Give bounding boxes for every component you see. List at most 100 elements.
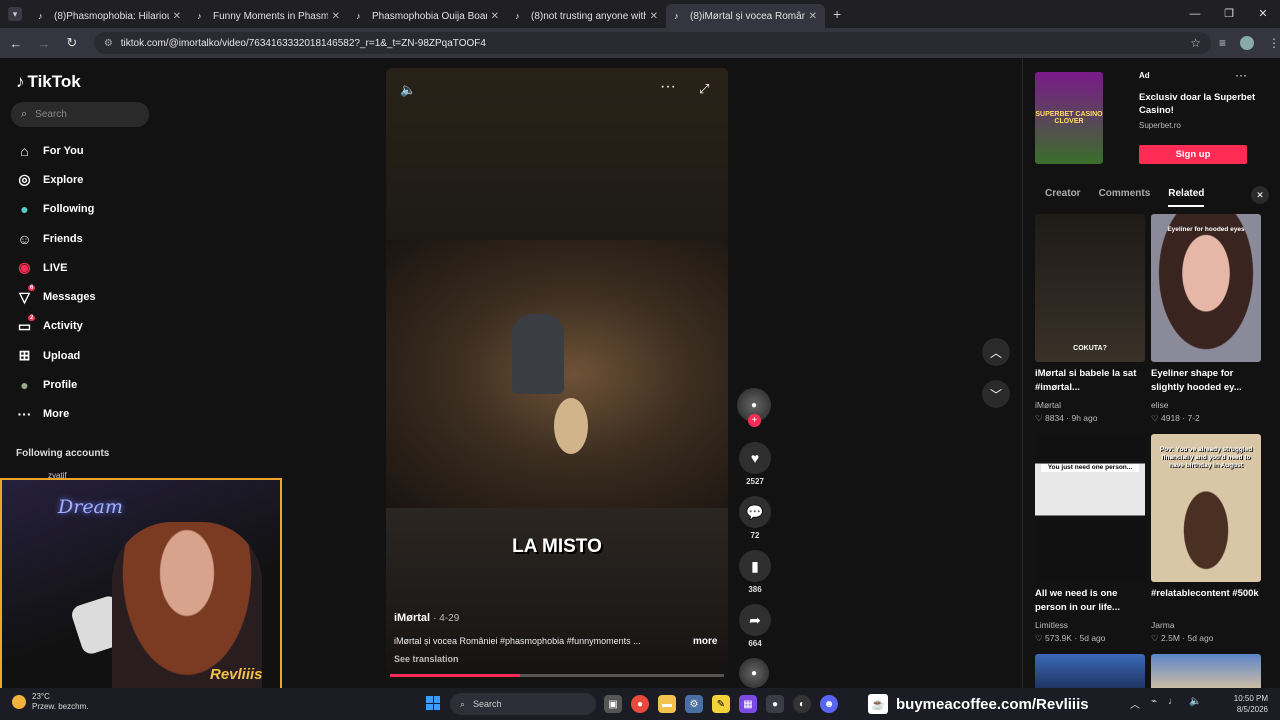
browser-tab[interactable]: ♪ Funny Moments in Phasmopho ✕: [189, 4, 348, 28]
window-controls: — ❐ ✕: [1178, 0, 1280, 28]
related-thumbnail[interactable]: You just need one person...: [1035, 434, 1145, 582]
next-video-button[interactable]: ﹀: [982, 380, 1010, 408]
weather-widget[interactable]: 23°C Przew. bezchm.: [12, 692, 88, 712]
sidebar-item-more[interactable]: ··· More: [16, 400, 156, 429]
media-controls-icon[interactable]: ≡: [1219, 36, 1226, 50]
sidebar-item-for-you[interactable]: ⌂ For You: [16, 136, 156, 165]
notes-app-icon[interactable]: ✎: [712, 695, 730, 713]
new-tab-button[interactable]: +: [833, 6, 841, 22]
search-input[interactable]: ⌕ Search: [11, 102, 149, 127]
tab-search-menu-button[interactable]: ▾: [8, 7, 22, 21]
sidebar-item-messages[interactable]: ▽ Messages 6: [16, 282, 156, 311]
browser-tab[interactable]: ♪ (8)Phasmophobia: Hilarious Gh ✕: [30, 4, 189, 28]
chrome-active-icon[interactable]: ●: [766, 695, 784, 713]
close-panel-icon[interactable]: ✕: [1251, 186, 1269, 204]
video-more-options-icon[interactable]: ···: [660, 78, 676, 96]
related-likes: 2.5M: [1161, 633, 1180, 643]
close-tab-icon[interactable]: ✕: [809, 11, 817, 22]
video-player[interactable]: LA MISTO 🔈 ··· ⤢ iMørtal · 4-29 iMørtal …: [386, 68, 728, 680]
browser-tab[interactable]: ♪ Phasmophobia Ouija Board Dr ✕: [348, 4, 507, 28]
browser-profile-avatar[interactable]: [1240, 36, 1254, 50]
back-arrow-icon[interactable]: ←: [4, 36, 28, 51]
video-subtitle: LA MISTO: [512, 536, 602, 557]
url-field[interactable]: ⚙ tiktok.com/@imortalko/video/7634163332…: [93, 32, 1211, 54]
browser-menu-icon[interactable]: ⋮: [1268, 36, 1280, 50]
windows-start-icon[interactable]: [426, 696, 440, 710]
ad-image[interactable]: SUPERBET CASINO CLOVER: [1035, 72, 1103, 164]
previous-video-button[interactable]: ︿: [982, 338, 1010, 366]
related-thumbnail[interactable]: Eyeliner for hooded eyes: [1151, 214, 1261, 362]
comment-icon[interactable]: 💬: [739, 496, 771, 528]
speaker-icon[interactable]: 🔈: [1189, 696, 1201, 711]
see-translation-link[interactable]: See translation: [394, 654, 459, 664]
related-author[interactable]: elise: [1151, 400, 1261, 410]
related-thumbnail[interactable]: Pov: You've already struggled financiall…: [1151, 434, 1261, 582]
system-clock[interactable]: 10:50 PM 8/5/2026: [1230, 693, 1268, 715]
sidebar-item-upload[interactable]: ⊞ Upload: [16, 341, 156, 370]
tab-creator[interactable]: Creator: [1045, 188, 1081, 207]
reload-icon[interactable]: ↻: [60, 35, 84, 51]
related-video-card[interactable]: You just need one person... All we need …: [1035, 434, 1145, 644]
follow-plus-icon[interactable]: +: [748, 414, 761, 427]
chrome-icon[interactable]: ●: [631, 695, 649, 713]
taskbar-search[interactable]: ⌕ Search: [450, 693, 596, 715]
bookmark-icon[interactable]: ▮: [739, 550, 771, 582]
video-progress-bar[interactable]: [390, 674, 724, 677]
tiktok-logo[interactable]: ♪ TikTok: [16, 72, 81, 92]
network-icon[interactable]: ⌁: [1151, 696, 1157, 711]
sidebar-item-live[interactable]: ◉ LIVE: [16, 253, 156, 282]
volume-icon[interactable]: 🔈: [400, 82, 416, 98]
share-icon[interactable]: ➦: [739, 604, 771, 636]
apps-grid-icon[interactable]: ▦: [739, 695, 757, 713]
sidebar-menu: ⌂ For You ◎ Explore ● Following ☺ Friends ◉ LIVE ▽…: [16, 136, 156, 429]
sidebar-item-following[interactable]: ● Following: [16, 195, 156, 224]
music-disc-avatar[interactable]: ●: [739, 658, 769, 688]
minimize-icon[interactable]: —: [1178, 0, 1212, 28]
forward-arrow-icon[interactable]: →: [32, 36, 56, 51]
related-title[interactable]: iMørtal si babele la sat #imørtal...: [1035, 367, 1145, 397]
video-date: 4-29: [439, 613, 460, 624]
related-video-card[interactable]: Pov: You've already struggled financiall…: [1151, 434, 1261, 644]
close-tab-icon[interactable]: ✕: [173, 11, 181, 22]
related-title[interactable]: All we need is one person in our life...: [1035, 587, 1145, 617]
related-video-card[interactable]: Eyeliner for hooded eyes Eyeliner shape …: [1151, 214, 1261, 424]
browser-tab-active[interactable]: ♪ (8)iMørtal și vocea României #p ✕: [666, 4, 825, 28]
bookmark-star-icon[interactable]: ☆: [1190, 36, 1201, 50]
ad-options-icon[interactable]: ···: [1235, 68, 1247, 82]
settings-icon[interactable]: ⚙: [685, 695, 703, 713]
heart-icon[interactable]: ♥: [739, 442, 771, 474]
related-author[interactable]: Jarma: [1151, 620, 1261, 630]
sidebar-item-activity[interactable]: ▭ Activity 2: [16, 312, 156, 341]
related-title[interactable]: Eyeliner shape for slightly hooded ey...: [1151, 367, 1261, 397]
close-window-icon[interactable]: ✕: [1246, 0, 1280, 28]
related-title[interactable]: #relatablecontent #500k: [1151, 587, 1261, 617]
chevron-down-icon: ﹀: [989, 387, 1002, 402]
restore-icon[interactable]: ❐: [1212, 0, 1246, 28]
related-video-card[interactable]: COKUTA? iMørtal si babele la sat #imørta…: [1035, 214, 1145, 424]
ad-signup-button[interactable]: Sign up: [1139, 145, 1247, 164]
close-tab-icon[interactable]: ✕: [332, 11, 340, 22]
related-author[interactable]: iMørtal: [1035, 400, 1145, 410]
task-view-icon[interactable]: ▣: [604, 695, 622, 713]
browser-tab[interactable]: ♪ (8)not trusting anyone with cur ✕: [507, 4, 666, 28]
tab-related[interactable]: Related: [1168, 188, 1205, 207]
related-thumbnail[interactable]: COKUTA?: [1035, 214, 1145, 362]
video-author-name[interactable]: iMørtal: [394, 612, 430, 624]
tab-comments[interactable]: Comments: [1099, 188, 1151, 207]
description-more-button[interactable]: more: [693, 636, 717, 647]
file-explorer-icon[interactable]: ▬: [658, 695, 676, 713]
obs-icon[interactable]: ◐: [793, 695, 811, 713]
mic-icon[interactable]: ♩: [1168, 696, 1178, 711]
sidebar-item-profile[interactable]: ● Profile: [16, 370, 156, 399]
sidebar-item-friends[interactable]: ☺ Friends: [16, 224, 156, 253]
ad-title[interactable]: Exclusiv doar la Superbet Casino!: [1139, 91, 1259, 117]
close-tab-icon[interactable]: ✕: [491, 11, 499, 22]
sidebar-item-explore[interactable]: ◎ Explore: [16, 165, 156, 194]
close-tab-icon[interactable]: ✕: [650, 11, 658, 22]
related-author[interactable]: Limitless: [1035, 620, 1145, 630]
tray-chevron-icon[interactable]: ︿: [1130, 696, 1140, 711]
site-info-icon[interactable]: ⚙: [104, 38, 113, 49]
creator-avatar[interactable]: ● +: [737, 388, 771, 427]
discord-icon[interactable]: ☻: [820, 695, 838, 713]
fullscreen-icon[interactable]: ⤢: [699, 81, 709, 97]
